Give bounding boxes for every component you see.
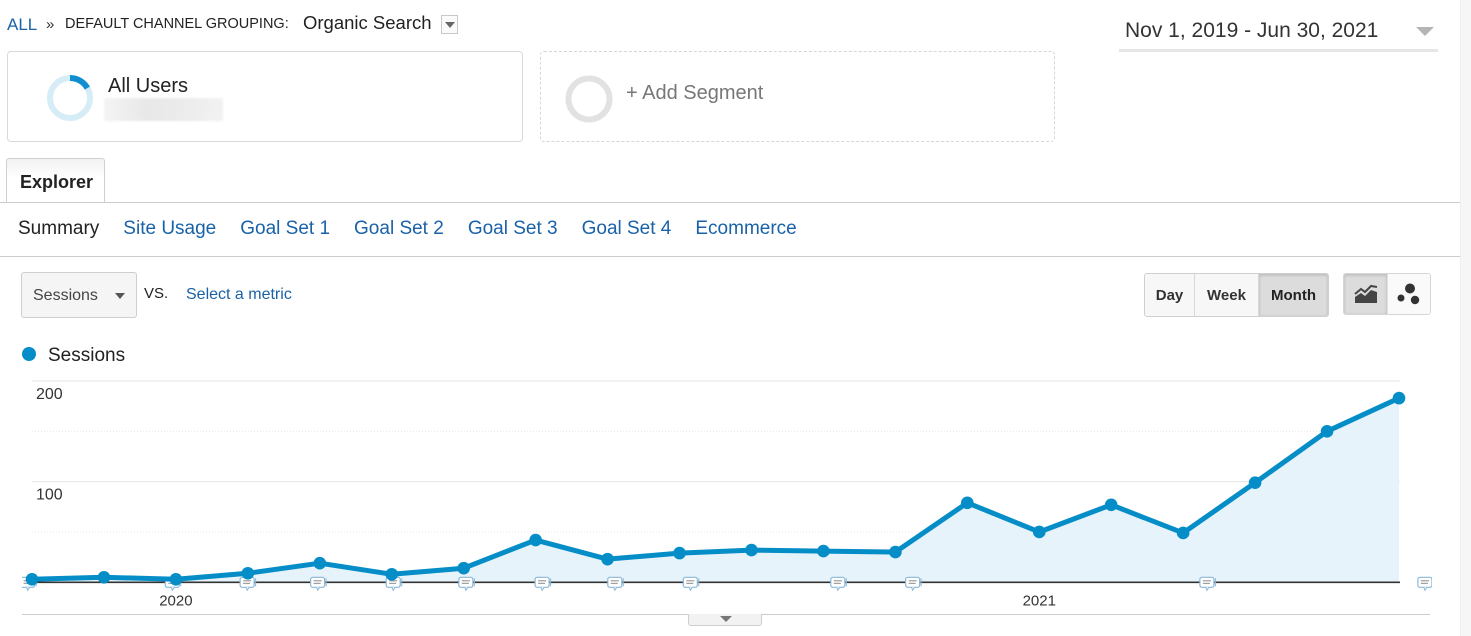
annotation-marker-icon[interactable]: [830, 576, 847, 592]
breadcrumb-dimension-value: Organic Search: [303, 12, 432, 33]
subtab-site-usage[interactable]: Site Usage: [123, 219, 216, 238]
chevron-down-icon: [445, 22, 455, 28]
primary-metric-dropdown[interactable]: Sessions: [21, 272, 137, 318]
segment-subtitle-redacted: [104, 98, 223, 121]
subtab-goal-set-2[interactable]: Goal Set 2: [354, 219, 444, 238]
add-segment-label: + Add Segment: [626, 82, 764, 104]
subtab-summary[interactable]: Summary: [18, 219, 99, 238]
data-point[interactable]: [1032, 525, 1046, 539]
select-metric-link[interactable]: Select a metric: [186, 287, 292, 303]
annotation-marker-icon[interactable]: [1199, 576, 1216, 592]
data-point[interactable]: [457, 561, 470, 575]
chart-collapse-toggle[interactable]: [688, 614, 762, 626]
sessions-chart: 100 200 2020 2021: [22, 380, 1434, 610]
data-point[interactable]: [169, 572, 183, 586]
subtab-ecommerce[interactable]: Ecommerce: [695, 219, 796, 238]
chevron-down-icon: [720, 616, 732, 622]
add-segment-button[interactable]: + Add Segment: [540, 51, 1055, 142]
primary-metric-label: Sessions: [33, 287, 98, 304]
data-point[interactable]: [601, 552, 614, 566]
annotation-marker-icon[interactable]: [310, 576, 327, 592]
data-point[interactable]: [241, 566, 255, 580]
right-gutter: [1460, 0, 1471, 636]
granularity-toggle: Day Week Month: [1144, 273, 1329, 317]
subtab-goal-set-1[interactable]: Goal Set 1: [240, 219, 330, 238]
motion-chart-button[interactable]: [1387, 274, 1430, 314]
date-range-underline: [1119, 49, 1438, 52]
annotation-marker-icon[interactable]: [682, 576, 700, 592]
subtab-divider: [0, 256, 1460, 257]
empty-segment-circle-icon: [565, 75, 613, 123]
y-tick-label: 200: [36, 386, 63, 403]
data-point[interactable]: [1176, 526, 1190, 540]
annotation-marker-icon[interactable]: [534, 576, 552, 592]
data-point[interactable]: [745, 543, 758, 557]
subtab-goal-set-3[interactable]: Goal Set 3: [468, 219, 558, 238]
x-tick-label: 2021: [1023, 593, 1056, 610]
granularity-week-button[interactable]: Week: [1194, 274, 1258, 316]
breadcrumb-dimension-label: DEFAULT CHANNEL GROUPING:: [65, 16, 289, 32]
date-range-label: Nov 1, 2019 - Jun 30, 2021: [1125, 19, 1379, 42]
legend-sessions-label: Sessions: [48, 345, 126, 366]
subtab-goal-set-4[interactable]: Goal Set 4: [582, 219, 672, 238]
data-point[interactable]: [817, 544, 830, 558]
annotation-marker-icon[interactable]: [1417, 576, 1434, 592]
data-point[interactable]: [25, 572, 39, 586]
motion-chart-icon: [1397, 283, 1420, 305]
data-point[interactable]: [889, 545, 902, 559]
granularity-day-button[interactable]: Day: [1145, 274, 1194, 316]
segment-card-all-users[interactable]: All Users: [7, 51, 523, 142]
data-point[interactable]: [529, 533, 542, 547]
chevron-down-icon: [1416, 27, 1434, 36]
sessions-area: [32, 398, 1399, 583]
legend-sessions-dot: [22, 347, 36, 361]
tab-divider: [0, 202, 1460, 203]
data-point[interactable]: [97, 570, 111, 584]
data-point[interactable]: [1320, 425, 1334, 438]
data-point[interactable]: [673, 546, 686, 560]
granularity-month-button[interactable]: Month: [1258, 274, 1328, 316]
data-point[interactable]: [1104, 498, 1118, 512]
dimension-dropdown-button[interactable]: [441, 15, 458, 34]
chevron-down-icon: [115, 293, 125, 299]
annotation-marker-icon[interactable]: [905, 576, 922, 592]
data-point[interactable]: [313, 556, 327, 570]
date-range-picker[interactable]: Nov 1, 2019 - Jun 30, 2021: [1119, 14, 1438, 52]
sub-tab-bar: Summary Site Usage Goal Set 1 Goal Set 2…: [18, 219, 797, 238]
breadcrumb-all-link[interactable]: ALL: [7, 16, 37, 33]
annotation-marker-icon[interactable]: [607, 576, 624, 592]
data-point[interactable]: [385, 567, 399, 581]
tab-explorer[interactable]: Explorer: [6, 158, 105, 202]
data-point[interactable]: [961, 496, 974, 510]
line-chart-button[interactable]: [1344, 274, 1387, 314]
vs-label: VS.: [144, 285, 169, 302]
data-point[interactable]: [1248, 476, 1262, 489]
x-tick-label: 2020: [159, 593, 192, 610]
segment-name: All Users: [108, 75, 189, 97]
chart-type-toggle: [1343, 273, 1431, 315]
y-tick-label: 100: [36, 487, 63, 504]
line-chart-icon: [1353, 284, 1377, 303]
segment-donut-icon: [47, 75, 93, 121]
data-point[interactable]: [1392, 391, 1406, 405]
tab-explorer-label: Explorer: [20, 172, 94, 192]
annotation-marker-icon[interactable]: [458, 576, 475, 592]
breadcrumb-separator: »: [46, 16, 55, 33]
